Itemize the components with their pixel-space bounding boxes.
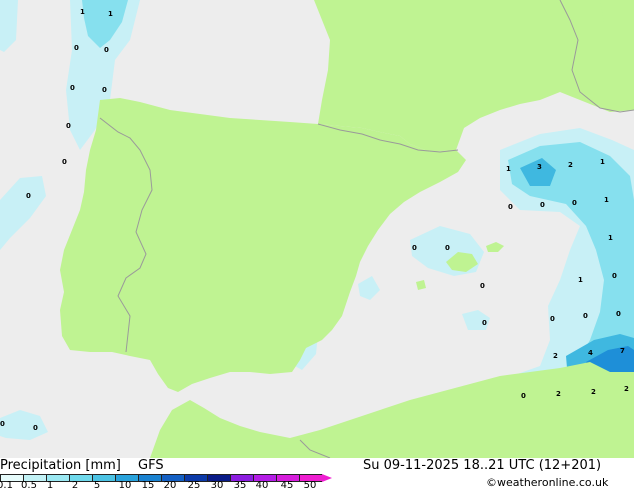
map-canvas: 1 1 0 0 0 0 0 0 0 1 3 2 1 1 0 0 0 1 0 0 … <box>0 0 634 458</box>
precip-label: 0 <box>616 310 621 318</box>
precip-label: 2 <box>553 352 558 360</box>
precip-label: 0 <box>445 244 450 252</box>
precip-label: 0 <box>70 84 75 92</box>
precip-label: 0 <box>521 392 526 400</box>
precip-label: 0 <box>0 420 5 428</box>
precip-label: 0 <box>412 244 417 252</box>
precip-label: 0 <box>480 282 485 290</box>
precip-label: 4 <box>588 349 593 357</box>
precip-label: 0 <box>26 192 31 200</box>
scale-arrow-icon <box>322 474 332 482</box>
precip-label: 0 <box>74 44 79 52</box>
precip-label: 2 <box>591 388 596 396</box>
precip-label: 0 <box>62 158 67 166</box>
precipitation-map: 1 1 0 0 0 0 0 0 0 1 3 2 1 1 0 0 0 1 0 0 … <box>0 0 634 458</box>
precip-label: 0 <box>104 46 109 54</box>
precip-label: 1 <box>578 276 583 284</box>
precip-label: 0 <box>508 203 513 211</box>
precip-label: 1 <box>80 8 85 16</box>
precip-label: 7 <box>620 347 625 355</box>
precip-label: 3 <box>537 163 542 171</box>
precip-label: 0 <box>612 272 617 280</box>
legend-title: Precipitation [mm] <box>0 458 121 473</box>
forecast-datetime: Su 09-11-2025 18..21 UTC (12+201) <box>363 458 602 473</box>
precip-label: 0 <box>540 201 545 209</box>
precip-label: 0 <box>482 319 487 327</box>
precip-label: 1 <box>604 196 609 204</box>
precip-label: 0 <box>66 122 71 130</box>
precip-label: 2 <box>568 161 573 169</box>
precip-label: 1 <box>600 158 605 166</box>
precip-label: 0 <box>550 315 555 323</box>
precip-label: 0 <box>33 424 38 432</box>
precip-label: 0 <box>572 199 577 207</box>
model-name: GFS <box>138 458 164 473</box>
precip-label: 2 <box>556 390 561 398</box>
precip-label: 2 <box>624 385 629 393</box>
precip-label: 0 <box>583 312 588 320</box>
credit-text: ©weatheronline.co.uk <box>486 476 609 489</box>
precip-label: 0 <box>102 86 107 94</box>
precip-label: 1 <box>108 10 113 18</box>
precip-label: 1 <box>608 234 613 242</box>
precip-label: 1 <box>506 165 511 173</box>
